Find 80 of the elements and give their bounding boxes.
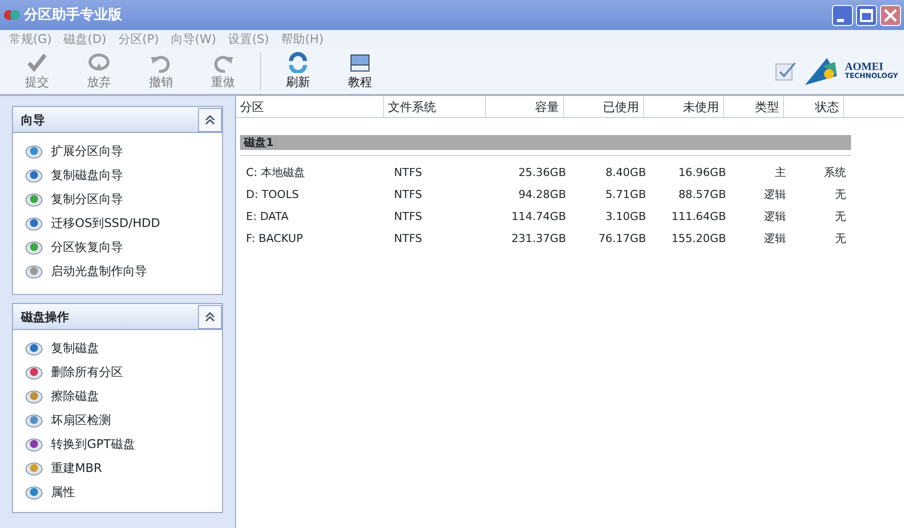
column-header[interactable]: 容量 xyxy=(486,96,564,117)
minimize-icon xyxy=(837,18,844,22)
column-header[interactable]: 未使用 xyxy=(644,96,724,117)
table-cell-text: 94.28GB xyxy=(517,186,567,203)
sidebar-item[interactable]: 删除所有分区 xyxy=(13,360,222,384)
disk-icon xyxy=(25,340,43,356)
sidebar-item[interactable]: 重建MBR xyxy=(13,456,222,480)
table-cell-text: 16.96GB xyxy=(677,164,727,181)
logo-icon xyxy=(802,56,839,86)
table-cell-text: 3.10GB xyxy=(604,208,647,225)
disk-icon xyxy=(25,412,43,428)
table-cell-text: NTFS xyxy=(393,186,424,203)
column-header[interactable]: 状态 xyxy=(784,96,844,117)
close-button[interactable] xyxy=(880,4,901,26)
table-cell-text: E: DATA xyxy=(245,208,290,225)
table-cell-text: 主 xyxy=(774,164,787,181)
sidebar-item[interactable]: 复制磁盘 xyxy=(13,336,222,360)
table-cell-text: 111.64GB xyxy=(670,208,727,225)
table-cell-text: 逻辑 xyxy=(763,230,787,247)
table-cell-text: NTFS xyxy=(393,164,424,181)
table-cell-text: 逻辑 xyxy=(763,186,787,203)
logo-name: AOMEI xyxy=(844,62,884,73)
toolbar-button[interactable]: 教程 xyxy=(329,49,391,93)
table-cell-text: 无 xyxy=(834,208,847,225)
sidebar-item[interactable]: 擦除磁盘 xyxy=(13,384,222,408)
table-cell-text: 25.36GB xyxy=(517,164,567,181)
disk-icon xyxy=(25,263,43,279)
maximize-button[interactable] xyxy=(856,4,877,26)
table-cell-text: 5.71GB xyxy=(604,186,647,203)
minimize-button[interactable] xyxy=(832,4,853,26)
collapse-button[interactable] xyxy=(198,304,222,328)
toolbar-button[interactable]: 刷新 xyxy=(267,49,329,93)
window-title: 分区助手专业版 xyxy=(24,6,122,24)
table-cell-text: 114.74GB xyxy=(510,208,567,225)
sidebar-item[interactable]: 分区恢复向导 xyxy=(13,235,222,259)
table-cell-text: 系统 xyxy=(823,164,847,181)
table-cell-text: 8.40GB xyxy=(604,164,647,181)
table-cell-text: 88.57GB xyxy=(677,186,727,203)
disk-icon xyxy=(25,143,43,159)
disk-icon xyxy=(25,436,43,452)
app-logo-icon xyxy=(3,8,21,22)
refresh-icon xyxy=(286,51,310,73)
sidebar-item[interactable]: 迁移OS到SSD/HDD xyxy=(13,211,222,235)
table-cell-text: 231.37GB xyxy=(510,230,567,247)
sidebar-item[interactable]: 复制分区向导 xyxy=(13,187,222,211)
sidebar-item[interactable]: 属性 xyxy=(13,480,222,504)
table-cell-text: F: BACKUP xyxy=(245,230,304,247)
disk-icon xyxy=(25,364,43,380)
disk-icon xyxy=(25,239,43,255)
sidebar-item[interactable]: 转换到GPT磁盘 xyxy=(13,432,222,456)
disk-icon xyxy=(25,484,43,500)
column-header[interactable]: 文件系统 xyxy=(384,96,486,117)
sidebar-item[interactable]: 坏扇区检测 xyxy=(13,408,222,432)
table-cell-text: NTFS xyxy=(393,230,424,247)
disk-icon xyxy=(25,215,43,231)
sidebar-item[interactable]: 启动光盘制作向导 xyxy=(13,259,222,283)
checkbox-icon[interactable] xyxy=(774,61,797,81)
discard-icon xyxy=(87,51,111,73)
table-cell-text: 无 xyxy=(834,230,847,247)
disk-icon xyxy=(25,460,43,476)
table-cell-text: 155.20GB xyxy=(670,230,727,247)
table-cell-text: C: 本地磁盘 xyxy=(245,164,306,181)
table-cell-text: 76.17GB xyxy=(597,230,647,247)
disk-header: 磁盘1 xyxy=(240,135,851,150)
table-cell-text: 逻辑 xyxy=(763,208,787,225)
table-cell-text: 无 xyxy=(834,186,847,203)
column-header[interactable]: 类型 xyxy=(724,96,784,117)
panel-title: 磁盘操作 xyxy=(20,308,69,326)
disk-icon xyxy=(25,167,43,183)
disk-icon xyxy=(25,191,43,207)
panel-title: 向导 xyxy=(20,112,45,128)
disk-icon xyxy=(25,388,43,404)
sidebar-item[interactable]: 扩展分区向导 xyxy=(13,139,222,163)
column-header[interactable]: 已使用 xyxy=(564,96,644,117)
check-icon xyxy=(25,51,49,73)
column-header[interactable]: 分区 xyxy=(236,96,384,117)
table-cell-text: NTFS xyxy=(393,208,424,225)
collapse-button[interactable] xyxy=(198,108,222,132)
sidebar-item[interactable]: 复制磁盘向导 xyxy=(13,163,222,187)
table-cell-text: D: TOOLS xyxy=(245,186,300,203)
